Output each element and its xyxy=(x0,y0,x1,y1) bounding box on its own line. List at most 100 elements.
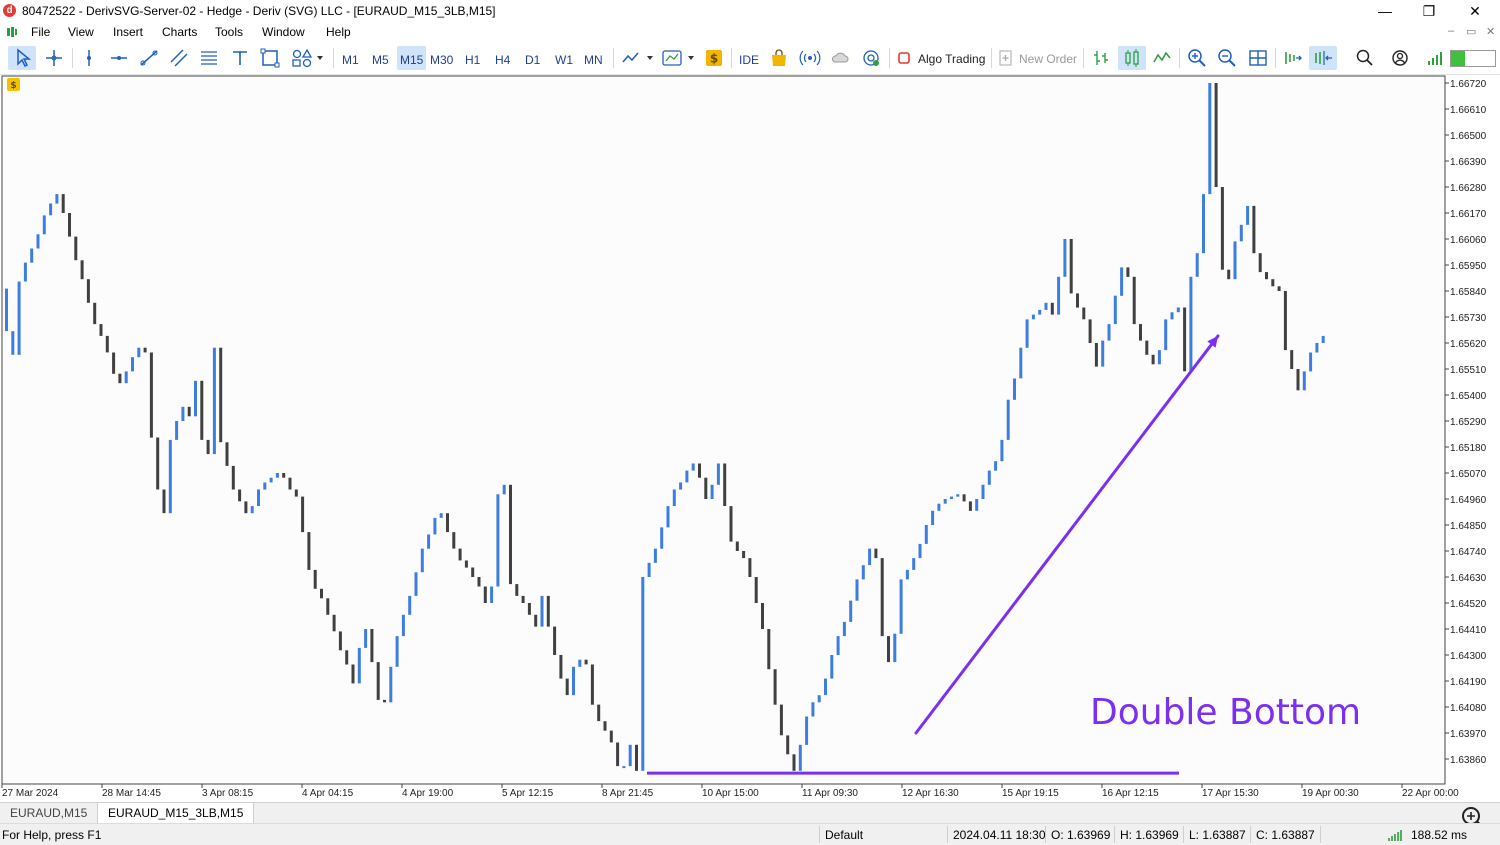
tab-euraud-m15[interactable]: EURAUD,M15 xyxy=(0,803,99,823)
trendline-icon[interactable] xyxy=(138,47,160,69)
algo-trading-button[interactable]: Algo Trading xyxy=(918,52,985,66)
bear-brick xyxy=(609,730,613,743)
cursor-icon[interactable] xyxy=(12,47,34,69)
bear-brick xyxy=(320,588,323,599)
chart-type-icon[interactable] xyxy=(620,47,656,69)
status-ping: 188.52 ms xyxy=(1411,828,1468,842)
menu-file[interactable]: File xyxy=(31,25,50,39)
objects-dropdown-icon[interactable] xyxy=(290,47,324,69)
horizontal-line-icon[interactable] xyxy=(108,47,130,69)
tile-windows-icon[interactable] xyxy=(1247,47,1269,69)
menu-help[interactable]: Help xyxy=(326,25,351,39)
chart-window-icon[interactable] xyxy=(6,26,18,38)
ide-button[interactable]: IDE xyxy=(739,53,759,67)
bull-brick xyxy=(1246,205,1250,225)
status-low: L: 1.63887 xyxy=(1189,828,1246,842)
bear-brick xyxy=(351,664,355,684)
separator xyxy=(1275,48,1276,68)
chart-shift-icon[interactable] xyxy=(1312,47,1334,69)
menu-tools[interactable]: Tools xyxy=(215,25,243,39)
indicators-icon[interactable] xyxy=(661,47,697,69)
bull-brick xyxy=(55,194,59,204)
signal-broadcast-icon[interactable] xyxy=(799,47,821,69)
timeframe-h4[interactable]: H4 xyxy=(495,53,510,67)
algo-trading-status-icon[interactable] xyxy=(896,47,912,69)
timeframe-m5[interactable]: M5 xyxy=(372,53,389,67)
bear-brick xyxy=(458,548,462,561)
time-label: 19 Apr 00:30 xyxy=(1302,788,1359,799)
price-label: 1.66390 xyxy=(1450,157,1487,168)
status-profile[interactable]: Default xyxy=(825,828,863,842)
price-label: 1.66610 xyxy=(1450,105,1487,116)
close-button[interactable]: ✕ xyxy=(1452,0,1498,22)
svg-text:$: $ xyxy=(710,52,718,66)
bear-brick xyxy=(962,494,966,502)
fibonacci-icon[interactable] xyxy=(198,47,220,69)
candlestick-chart-icon[interactable] xyxy=(1121,47,1143,69)
menu-view[interactable]: View xyxy=(68,25,94,39)
bull-brick xyxy=(691,463,695,471)
market-bag-icon[interactable] xyxy=(768,47,790,69)
bear-brick xyxy=(968,501,972,511)
timeframe-m15[interactable]: M15 xyxy=(400,53,423,67)
crosshair-icon[interactable] xyxy=(43,47,65,69)
menu-insert[interactable]: Insert xyxy=(113,25,143,39)
bear-brick xyxy=(1227,269,1231,280)
bull-brick xyxy=(1302,371,1306,391)
separator xyxy=(1183,826,1184,843)
maximize-button[interactable]: ❐ xyxy=(1406,0,1452,22)
timeframe-m30[interactable]: M30 xyxy=(430,53,453,67)
bull-brick xyxy=(1176,307,1180,313)
cloud-icon[interactable] xyxy=(829,47,851,69)
vps-icon[interactable] xyxy=(860,47,882,69)
auto-scroll-icon[interactable] xyxy=(1281,47,1303,69)
tab-euraud-m15-3lb[interactable]: EURAUD_M15_3LB,M15 xyxy=(97,803,255,823)
bear-brick xyxy=(105,335,109,353)
timeframe-mn[interactable]: MN xyxy=(584,53,603,67)
bull-brick xyxy=(672,489,676,506)
search-icon[interactable] xyxy=(1354,47,1376,69)
new-order-icon[interactable] xyxy=(997,47,1015,69)
double-bottom-annotation[interactable]: Double Bottom xyxy=(1090,692,1361,733)
vertical-line-icon[interactable] xyxy=(78,47,100,69)
bear-brick xyxy=(553,626,557,655)
price-label: 1.64410 xyxy=(1450,625,1487,636)
bull-brick xyxy=(836,636,840,655)
chart-restore-button[interactable]: ▭ xyxy=(1466,25,1476,38)
bar-chart-icon[interactable] xyxy=(1090,47,1112,69)
bear-brick xyxy=(162,489,166,514)
signals-dollar-icon[interactable]: $ xyxy=(703,47,725,69)
timeframe-m1[interactable]: M1 xyxy=(342,53,359,67)
timeframe-h1[interactable]: H1 xyxy=(465,53,480,67)
text-tool-icon[interactable] xyxy=(229,47,251,69)
bear-brick xyxy=(1290,350,1294,369)
bull-brick xyxy=(666,506,670,528)
menu-charts[interactable]: Charts xyxy=(162,25,197,39)
minimize-button[interactable]: — xyxy=(1362,0,1408,22)
bull-brick xyxy=(805,716,809,745)
chart-area[interactable]: 1.66720 1.66610 1.66500 1.66390 1.66280 1.661… xyxy=(0,75,1500,802)
bull-brick xyxy=(1057,276,1061,315)
chart-close-button[interactable]: ✕ xyxy=(1486,25,1495,38)
new-order-button[interactable]: New Order xyxy=(1019,52,1077,66)
line-chart-icon[interactable] xyxy=(1151,47,1173,69)
shapes-icon[interactable] xyxy=(259,47,281,69)
menu-window[interactable]: Window xyxy=(262,25,305,39)
price-label: 1.64740 xyxy=(1450,547,1487,558)
zoom-in-icon[interactable] xyxy=(1186,47,1208,69)
price-label: 1.66280 xyxy=(1450,183,1487,194)
renko-chart[interactable]: 1.66720 1.66610 1.66500 1.66390 1.66280 1.661… xyxy=(0,75,1500,802)
bear-brick xyxy=(112,352,116,374)
chart-minimize-button[interactable]: – xyxy=(1448,25,1454,37)
channel-icon[interactable] xyxy=(168,47,190,69)
price-label: 1.64630 xyxy=(1450,573,1487,584)
account-icon[interactable] xyxy=(1389,47,1411,69)
separator xyxy=(333,48,334,68)
timeframe-d1[interactable]: D1 xyxy=(525,53,540,67)
timeframe-w1[interactable]: W1 xyxy=(555,53,573,67)
bear-brick xyxy=(99,324,103,336)
zoom-out-icon[interactable] xyxy=(1216,47,1238,69)
bull-brick xyxy=(798,744,802,771)
bull-brick xyxy=(1006,399,1010,440)
bear-brick xyxy=(200,380,204,440)
